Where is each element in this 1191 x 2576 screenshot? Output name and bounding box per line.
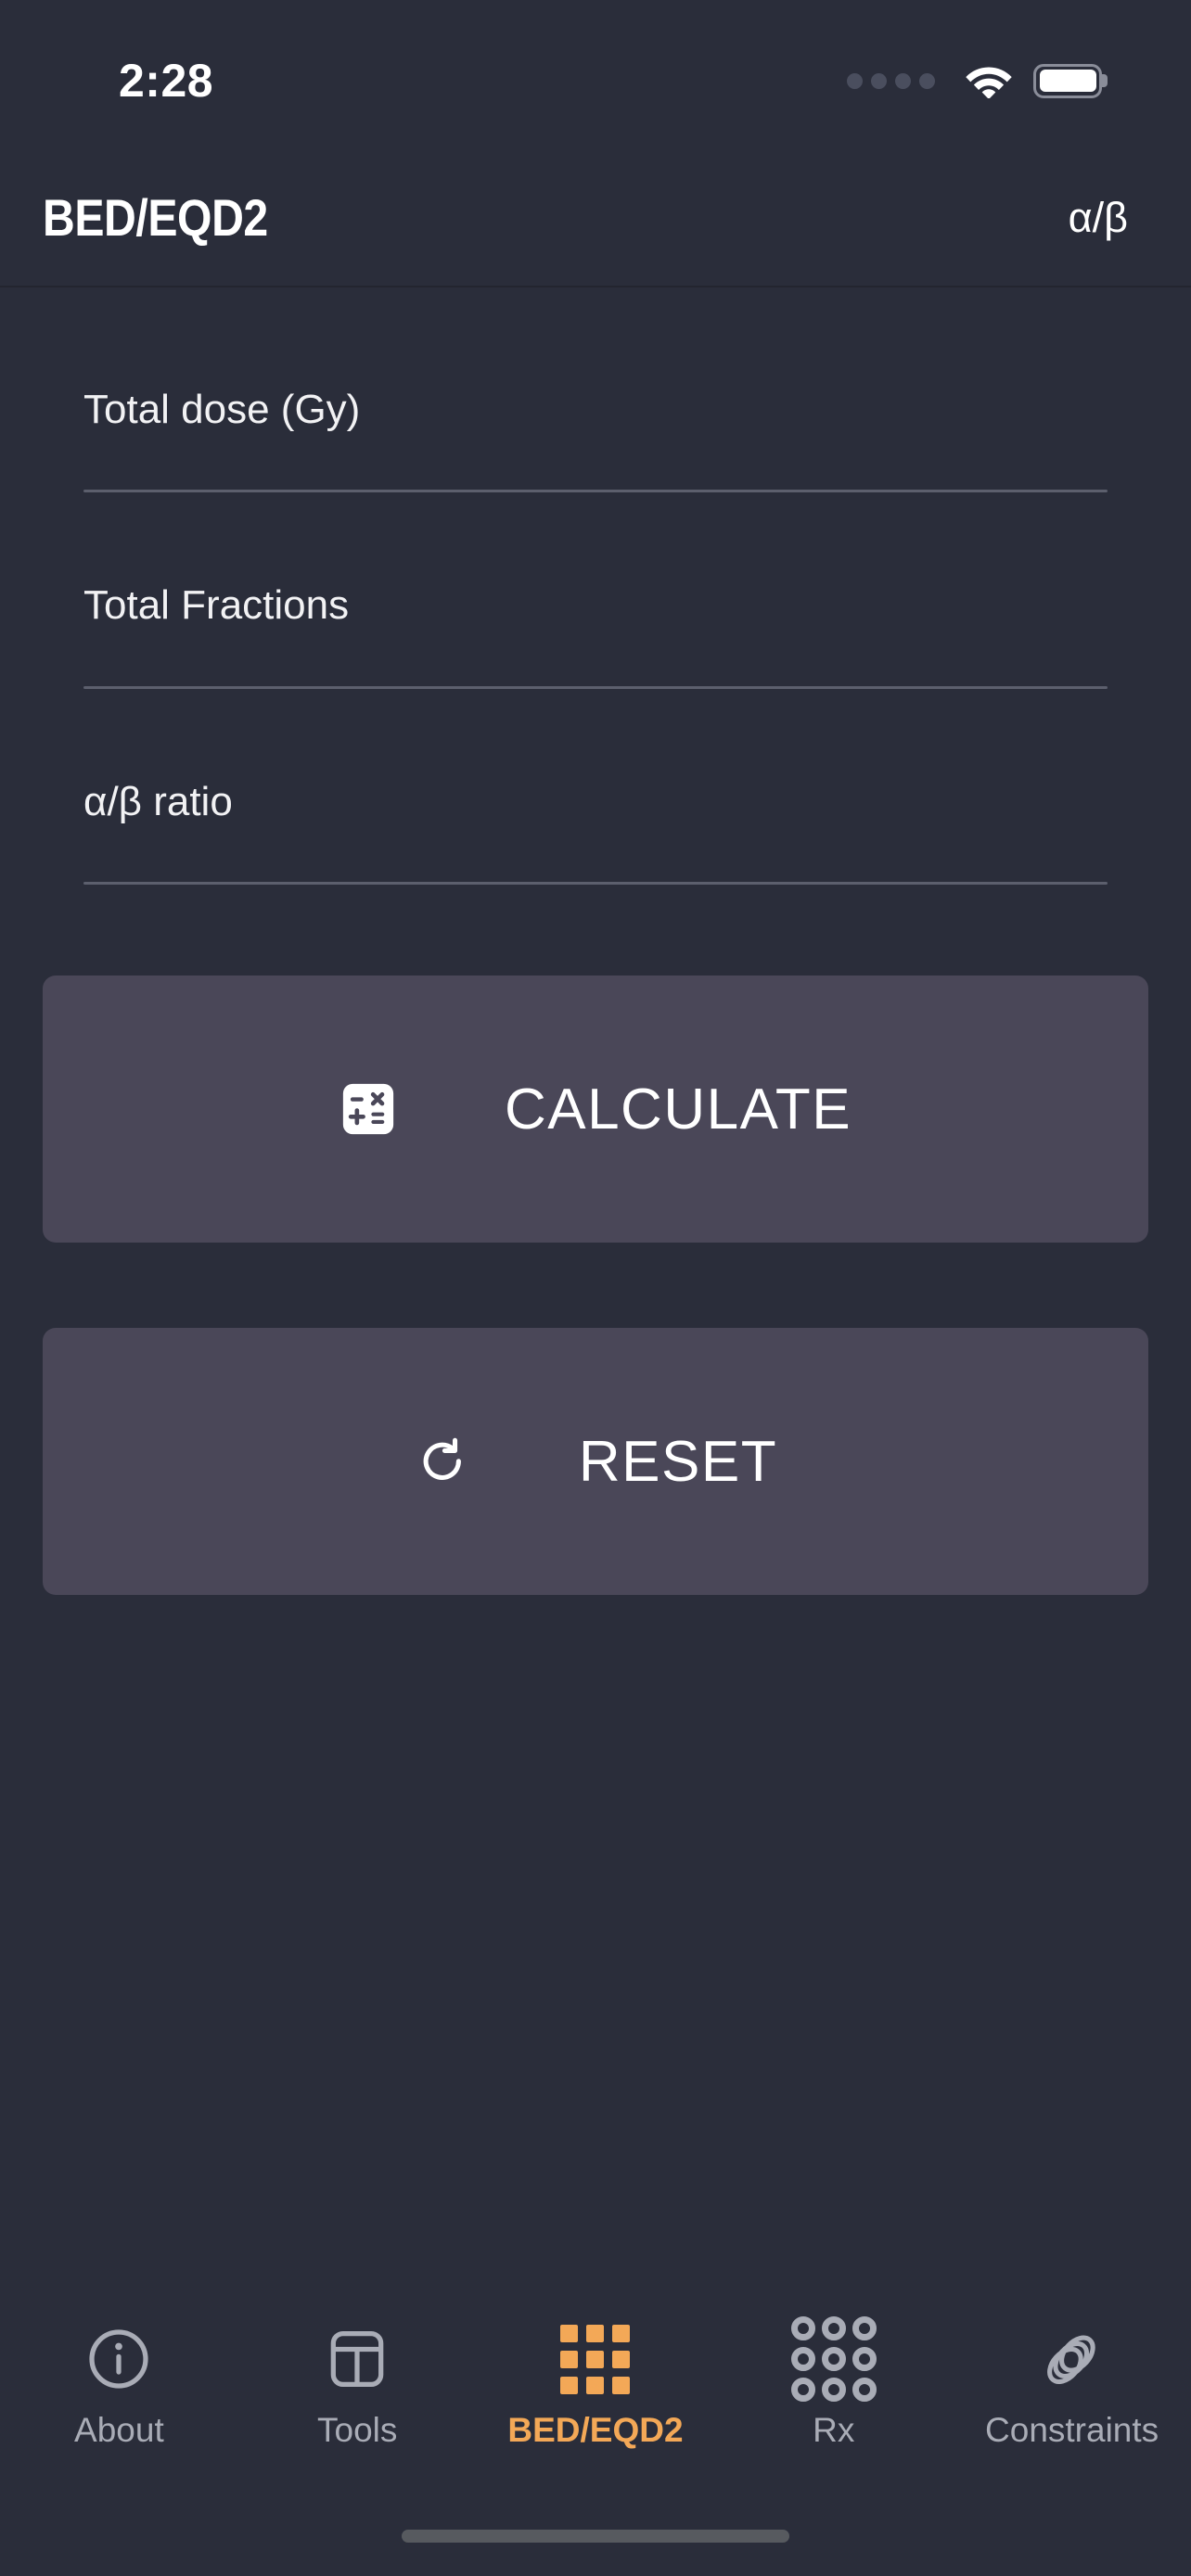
alpha-beta-icon[interactable]: α/β (1069, 197, 1128, 238)
app-header: BED/EQD2 α/β (0, 148, 1191, 287)
field-label-alpha-beta-ratio: α/β ratio (83, 778, 233, 824)
total-dose-input[interactable] (83, 490, 1108, 493)
tab-label-tools: Tools (317, 2411, 398, 2449)
tab-bed-eqd2[interactable]: BED/EQD2 (477, 2320, 715, 2447)
wifi-icon (966, 67, 1012, 98)
home-indicator[interactable] (402, 2530, 789, 2543)
total-fractions-input[interactable] (83, 685, 1108, 689)
calculator-icon (339, 1080, 397, 1138)
field-total-fractions: Total Fractions (83, 582, 1108, 689)
tab-rx[interactable]: Rx (714, 2316, 953, 2449)
grid-squares-icon (560, 2320, 631, 2398)
status-indicators (847, 63, 1102, 98)
cellular-dots-icon (847, 72, 935, 89)
status-bar: 2:28 (0, 0, 1191, 148)
status-time: 2:28 (119, 55, 214, 107)
calculate-button[interactable]: CALCULATE (43, 976, 1148, 1243)
tab-tools[interactable]: Tools (238, 2320, 477, 2447)
tab-label-rx: Rx (813, 2411, 855, 2449)
reset-button-label: RESET (578, 1429, 778, 1494)
calculate-button-label: CALCULATE (504, 1077, 852, 1141)
refresh-icon (414, 1433, 471, 1490)
tab-constraints[interactable]: Constraints (953, 2320, 1191, 2447)
field-total-dose: Total dose (Gy) (83, 387, 1108, 493)
reset-button[interactable]: RESET (43, 1328, 1148, 1596)
calculator-form: Total dose (Gy) Total Fractions α/β rati… (0, 387, 1191, 886)
info-circle-icon (84, 2320, 153, 2398)
tab-label-bed-eqd2: BED/EQD2 (507, 2411, 684, 2449)
field-alpha-beta-ratio: α/β ratio (83, 778, 1108, 886)
field-label-total-dose: Total dose (Gy) (83, 387, 361, 432)
layout-grid-icon (325, 2320, 390, 2398)
tab-label-about: About (74, 2411, 164, 2449)
tab-about[interactable]: About (0, 2320, 238, 2447)
battery-full-icon (1033, 63, 1102, 98)
action-buttons: CALCULATE RESET (0, 976, 1191, 1596)
page-title: BED/EQD2 (43, 187, 268, 247)
alpha-beta-ratio-input[interactable] (83, 882, 1108, 886)
field-label-total-fractions: Total Fractions (83, 582, 350, 629)
bottom-tab-bar: About Tools BED/EQD2 Rx Constraints (0, 2309, 1191, 2467)
grid-pills-icon (790, 2316, 877, 2402)
tab-label-constraints: Constraints (985, 2411, 1159, 2449)
stacked-rings-icon (1037, 2320, 1108, 2398)
